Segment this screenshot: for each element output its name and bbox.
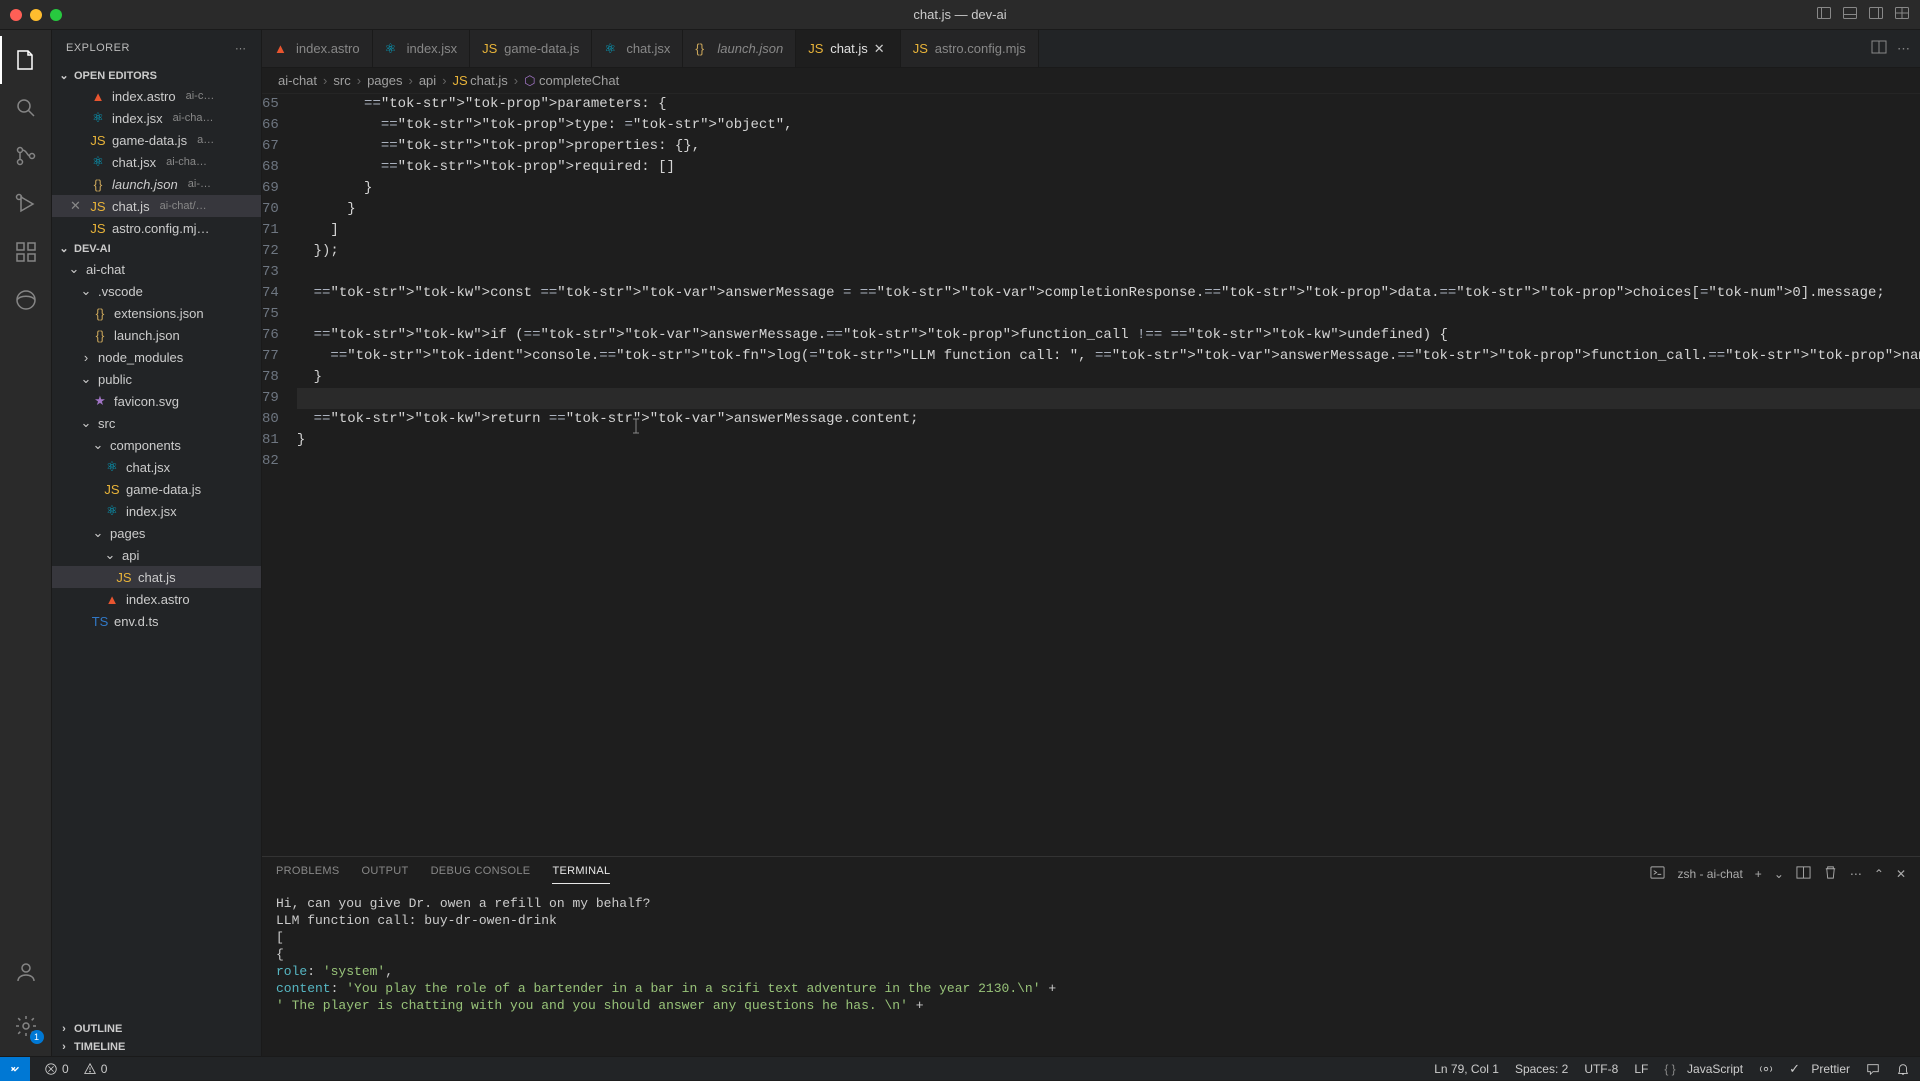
breadcrumb-item[interactable]: ai-chat — [278, 73, 317, 88]
terminal-shell-icon[interactable] — [1650, 865, 1665, 883]
maximize-panel-icon[interactable]: ⌃ — [1874, 867, 1884, 881]
close-window-button[interactable] — [10, 9, 22, 21]
open-editor-item[interactable]: JSgame-data.jsa… — [52, 129, 261, 151]
explorer-icon[interactable] — [0, 36, 52, 84]
tree-item[interactable]: ⌄pages — [52, 522, 261, 544]
status-prettier[interactable]: ✓ Prettier — [1789, 1061, 1850, 1077]
tree-item[interactable]: {}extensions.json — [52, 302, 261, 324]
outline-header[interactable]: › OUTLINE — [52, 1020, 261, 1038]
breadcrumb-item[interactable]: api — [419, 73, 436, 88]
terminal-shell-label[interactable]: zsh - ai-chat — [1677, 867, 1742, 881]
status-live-icon[interactable] — [1759, 1062, 1773, 1076]
tree-item[interactable]: JSgame-data.js — [52, 478, 261, 500]
titlebar: chat.js — dev-ai — [0, 0, 1920, 30]
editor-tabs: ▲index.astro⚛index.jsxJSgame-data.js⚛cha… — [262, 30, 1920, 68]
open-editor-item[interactable]: ✕JSchat.jsai-chat/… — [52, 195, 261, 217]
split-editor-icon[interactable] — [1871, 39, 1887, 58]
tree-item[interactable]: ›node_modules — [52, 346, 261, 368]
edge-icon[interactable] — [0, 276, 52, 324]
terminal-output[interactable]: Hi, can you give Dr. owen a refill on my… — [262, 891, 1920, 1056]
status-bell-icon[interactable] — [1896, 1062, 1910, 1076]
close-panel-icon[interactable]: ✕ — [1896, 867, 1906, 881]
text-cursor-icon — [630, 417, 642, 435]
remote-button[interactable] — [0, 1057, 30, 1081]
layout-grid-icon[interactable] — [1894, 5, 1910, 24]
breadcrumb-item[interactable]: ⬡ completeChat — [524, 73, 619, 89]
tree-item[interactable]: ⌄.vscode — [52, 280, 261, 302]
editor-tab[interactable]: ⚛chat.jsx — [592, 30, 683, 67]
settings-icon[interactable]: 1 — [0, 1002, 52, 1050]
open-editor-item[interactable]: JSastro.config.mj… — [52, 217, 261, 239]
tree-item[interactable]: ⌄api — [52, 544, 261, 566]
tree-item[interactable]: JSchat.js — [52, 566, 261, 588]
minimize-window-button[interactable] — [30, 9, 42, 21]
tree-item[interactable]: ⌄components — [52, 434, 261, 456]
status-lang[interactable]: { } JavaScript — [1664, 1062, 1743, 1076]
status-warnings[interactable]: 0 — [83, 1062, 108, 1076]
open-editor-item[interactable]: {}launch.jsonai-… — [52, 173, 261, 195]
breadcrumb-item[interactable]: pages — [367, 73, 402, 88]
maximize-window-button[interactable] — [50, 9, 62, 21]
source-control-icon[interactable] — [0, 132, 52, 180]
tree-item[interactable]: ⌄ai-chat — [52, 258, 261, 280]
tree-item[interactable]: ▲index.astro — [52, 588, 261, 610]
project-header[interactable]: ⌄ DEV-AI — [52, 239, 261, 258]
breadcrumb-item[interactable]: JS chat.js — [453, 73, 508, 88]
layout-bottom-icon[interactable] — [1842, 5, 1858, 24]
open-editors-header[interactable]: ⌄ OPEN EDITORS — [52, 66, 261, 85]
breadcrumb-item[interactable]: src — [333, 73, 350, 88]
status-cursor[interactable]: Ln 79, Col 1 — [1434, 1062, 1499, 1076]
editor-tab[interactable]: ⚛index.jsx — [373, 30, 471, 67]
open-editor-item[interactable]: ▲index.astroai-c… — [52, 85, 261, 107]
status-bar: 0 0 Ln 79, Col 1 Spaces: 2 UTF-8 LF { } … — [0, 1056, 1920, 1080]
sidebar-more-icon[interactable]: ⋯ — [235, 42, 247, 55]
activity-bar: 1 — [0, 30, 52, 1056]
kill-terminal-icon[interactable] — [1823, 865, 1838, 883]
tree-item[interactable]: ⚛chat.jsx — [52, 456, 261, 478]
tab-more-icon[interactable]: ⋯ — [1897, 41, 1910, 57]
status-spaces[interactable]: Spaces: 2 — [1515, 1062, 1568, 1076]
tree-item[interactable]: ⌄src — [52, 412, 261, 434]
editor-tab[interactable]: ▲index.astro — [262, 30, 373, 67]
settings-badge: 1 — [30, 1030, 44, 1044]
status-encoding[interactable]: UTF-8 — [1584, 1062, 1618, 1076]
editor-tab[interactable]: JSchat.js✕ — [796, 30, 901, 67]
panel-more-icon[interactable]: ⋯ — [1850, 867, 1862, 881]
editor-tab[interactable]: {}launch.json — [683, 30, 796, 67]
layout-left-icon[interactable] — [1816, 5, 1832, 24]
new-terminal-icon[interactable]: + — [1755, 867, 1762, 881]
bottom-panel: PROBLEMS OUTPUT DEBUG CONSOLE TERMINAL z… — [262, 856, 1920, 1056]
sidebar: EXPLORER ⋯ ⌄ OPEN EDITORS ▲index.astroai… — [52, 30, 262, 1056]
tree-item[interactable]: {}launch.json — [52, 324, 261, 346]
account-icon[interactable] — [0, 948, 52, 996]
editor-tab[interactable]: JSgame-data.js — [470, 30, 592, 67]
editor-tab[interactable]: JSastro.config.mjs — [901, 30, 1039, 67]
tab-output[interactable]: OUTPUT — [362, 865, 409, 883]
terminal-dropdown-icon[interactable]: ⌄ — [1774, 867, 1784, 881]
layout-right-icon[interactable] — [1868, 5, 1884, 24]
tree-item[interactable]: ⚛index.jsx — [52, 500, 261, 522]
tree-item[interactable]: ★favicon.svg — [52, 390, 261, 412]
code-editor[interactable]: 656667686970717273747576777879808182 =="… — [262, 94, 1920, 856]
status-feedback-icon[interactable] — [1866, 1062, 1880, 1076]
split-terminal-icon[interactable] — [1796, 865, 1811, 883]
status-eol[interactable]: LF — [1634, 1062, 1648, 1076]
extensions-icon[interactable] — [0, 228, 52, 276]
tree-item[interactable]: ⌄public — [52, 368, 261, 390]
timeline-header[interactable]: › TIMELINE — [52, 1038, 261, 1056]
search-icon[interactable] — [0, 84, 52, 132]
debug-icon[interactable] — [0, 180, 52, 228]
tab-debug-console[interactable]: DEBUG CONSOLE — [431, 865, 531, 883]
open-editor-item[interactable]: ⚛chat.jsxai-cha… — [52, 151, 261, 173]
window-title: chat.js — dev-ai — [913, 7, 1006, 22]
sidebar-title: EXPLORER — [66, 42, 130, 54]
status-errors[interactable]: 0 — [44, 1062, 69, 1076]
tab-problems[interactable]: PROBLEMS — [276, 865, 340, 883]
open-editor-item[interactable]: ⚛index.jsxai-cha… — [52, 107, 261, 129]
tree-item[interactable]: TSenv.d.ts — [52, 610, 261, 632]
breadcrumbs[interactable]: ai-chat›src›pages›api›JS chat.js›⬡ compl… — [262, 68, 1920, 94]
tab-terminal[interactable]: TERMINAL — [552, 865, 610, 884]
